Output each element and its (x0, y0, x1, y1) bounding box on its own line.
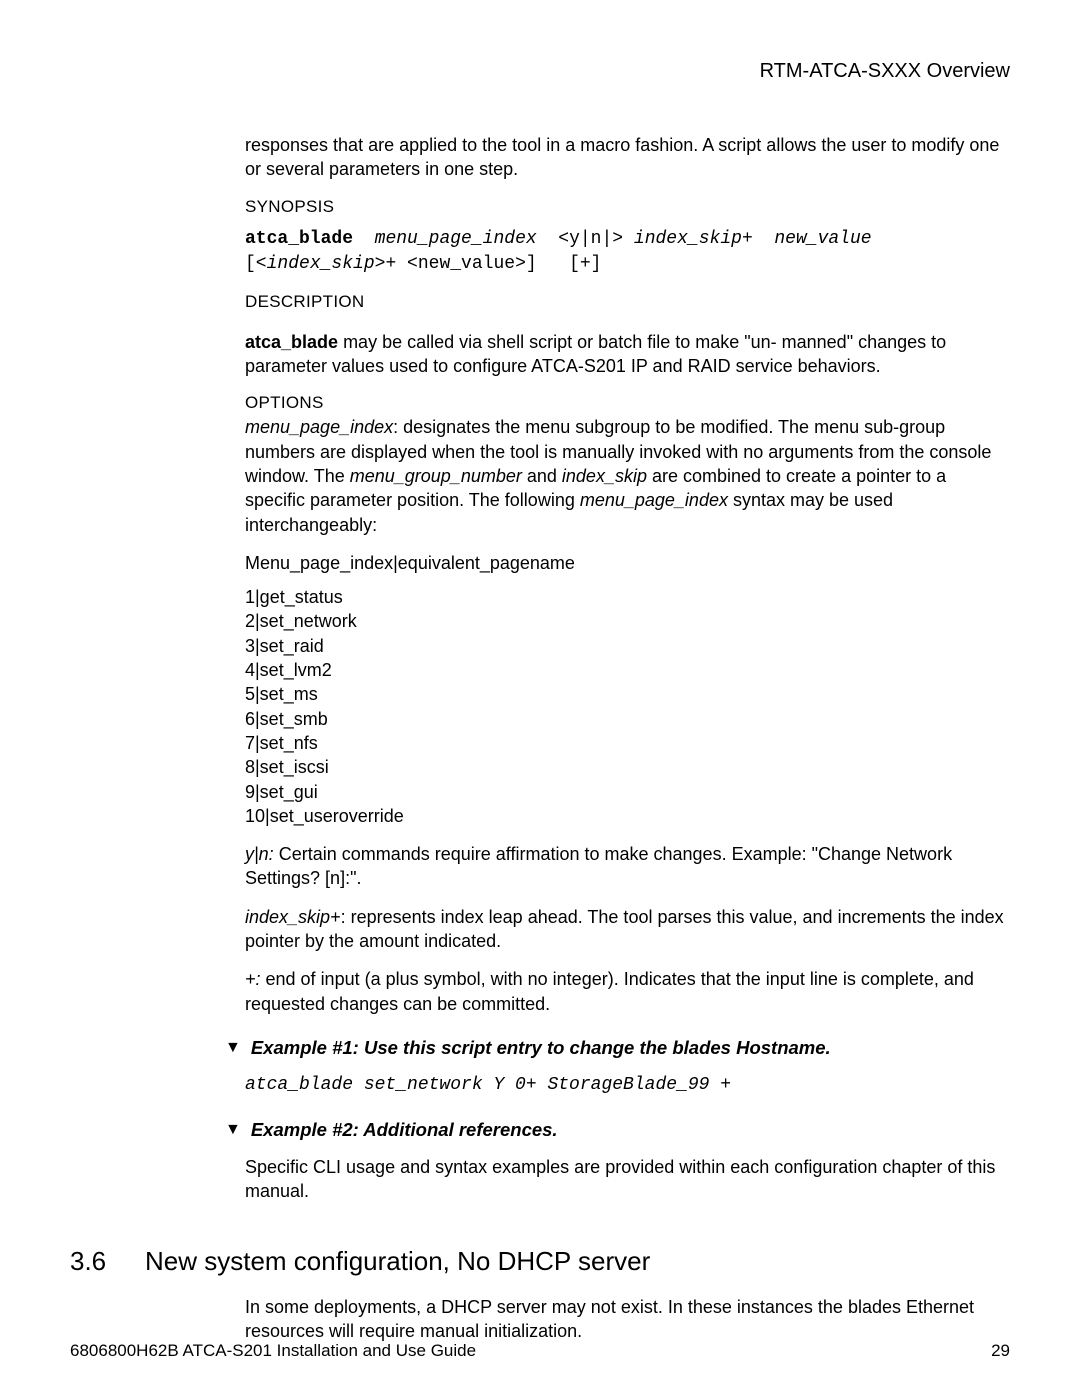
section-text: In some deployments, a DHCP server may n… (245, 1295, 1010, 1344)
menu-item: 7|set_nfs (245, 731, 1010, 755)
synopsis-l2c: >+ <new_value>] (375, 254, 537, 274)
synopsis-l2d: [+] (569, 254, 601, 274)
synopsis-arg1: menu_page_index (375, 229, 537, 249)
description-label: DESCRIPTION (245, 291, 1010, 314)
yn-text: Certain commands require affirmation to … (245, 844, 952, 888)
synopsis-l2b: index_skip (267, 254, 375, 274)
example1-code-text: atca_blade set_network Y 0+ StorageBlade… (245, 1075, 731, 1095)
section-heading: 3.6 New system configuration, No DHCP se… (70, 1244, 1010, 1279)
description-paragraph: atca_blade may be called via shell scrip… (245, 330, 1010, 379)
options-i2: index_skip (562, 466, 647, 486)
menu-item: 4|set_lvm2 (245, 658, 1010, 682)
example2-text: Specific CLI usage and syntax examples a… (245, 1155, 1010, 1204)
synopsis-arg2: index_skip (634, 229, 742, 249)
example1-code: atca_blade set_network Y 0+ StorageBlade… (245, 1073, 1010, 1098)
header-title: RTM-ATCA-SXXX Overview (760, 60, 1010, 82)
section-number: 3.6 (70, 1244, 145, 1279)
synopsis-line1: atca_blade menu_page_index <y|n|> index_… (245, 227, 1010, 252)
menu-header: Menu_page_index|equivalent_pagename (245, 551, 1010, 575)
menu-item: 10|set_useroverride (245, 804, 1010, 828)
description-rest: may be called via shell script or batch … (245, 332, 946, 376)
menu-item: 3|set_raid (245, 634, 1010, 658)
page-content: responses that are applied to the tool i… (245, 133, 1010, 1343)
synopsis-plus1: + (742, 229, 753, 249)
menu-item: 1|get_status (245, 585, 1010, 609)
plus-lead: +: (245, 969, 261, 989)
footer-right: 29 (991, 1341, 1010, 1361)
idx-paragraph: index_skip+: represents index leap ahead… (245, 905, 1010, 954)
menu-item: 8|set_iscsi (245, 755, 1010, 779)
idx-lead: index_skip+ (245, 907, 341, 927)
page-footer: 6806800H62B ATCA-S201 Installation and U… (70, 1341, 1010, 1361)
plus-text: end of input (a plus symbol, with no int… (245, 969, 974, 1013)
options-label: OPTIONS (245, 392, 1010, 415)
example1-row: ▼ Example #1: Use this script entry to c… (225, 1036, 1010, 1061)
menu-list: 1|get_status 2|set_network 3|set_raid 4|… (245, 585, 1010, 828)
synopsis-code: atca_blade menu_page_index <y|n|> index_… (245, 227, 1010, 277)
menu-item: 2|set_network (245, 609, 1010, 633)
synopsis-l2a: [< (245, 254, 267, 274)
triangle-icon: ▼ (225, 1037, 241, 1059)
yn-lead: y|n: (245, 844, 274, 864)
options-i3: menu_page_index (580, 490, 728, 510)
synopsis-label: SYNOPSIS (245, 196, 1010, 219)
yn-paragraph: y|n: Certain commands require affirmatio… (245, 842, 1010, 891)
menu-item: 5|set_ms (245, 682, 1010, 706)
synopsis-yn: <y|n|> (558, 229, 623, 249)
synopsis-arg3: new_value (774, 229, 871, 249)
description-lead: atca_blade (245, 332, 338, 352)
synopsis-line2: [<index_skip>+ <new_value>] [+] (245, 252, 1010, 277)
options-intro: menu_page_index: designates the menu sub… (245, 415, 1010, 536)
example1-title: Example #1: Use this script entry to cha… (251, 1036, 831, 1061)
synopsis-cmd: atca_blade (245, 229, 353, 249)
intro-paragraph: responses that are applied to the tool i… (245, 133, 1010, 182)
page-header: RTM-ATCA-SXXX Overview (70, 60, 1010, 83)
options-mid: and (522, 466, 562, 486)
idx-text: : represents index leap ahead. The tool … (245, 907, 1004, 951)
example2-title: Example #2: Additional references. (251, 1118, 558, 1143)
footer-left: 6806800H62B ATCA-S201 Installation and U… (70, 1341, 476, 1361)
options-lead: menu_page_index (245, 417, 393, 437)
plus-paragraph: +: end of input (a plus symbol, with no … (245, 967, 1010, 1016)
menu-item: 6|set_smb (245, 707, 1010, 731)
options-i1: menu_group_number (350, 466, 522, 486)
triangle-icon: ▼ (225, 1119, 241, 1141)
section-title: New system configuration, No DHCP server (145, 1244, 650, 1279)
example2-row: ▼ Example #2: Additional references. (225, 1118, 1010, 1143)
menu-item: 9|set_gui (245, 780, 1010, 804)
